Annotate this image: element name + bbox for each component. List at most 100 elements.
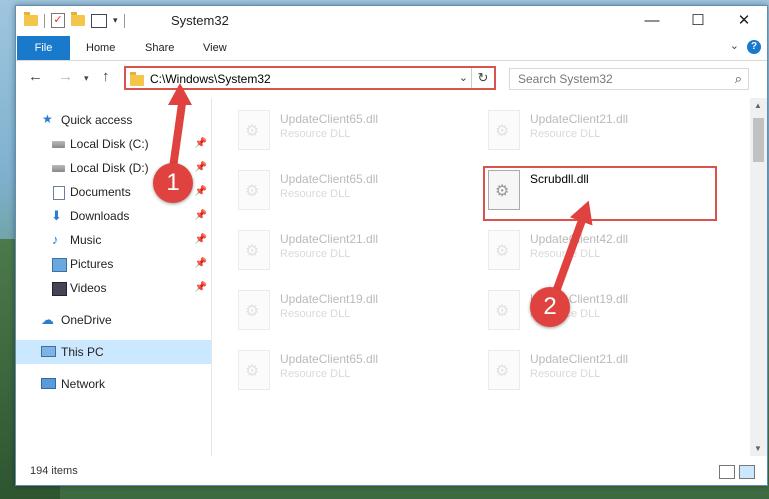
dll-file-icon: [488, 230, 520, 270]
scroll-down-icon[interactable]: ▼: [754, 444, 762, 453]
search-icon[interactable]: ⌕: [735, 71, 742, 87]
pin-icon: 📌: [194, 258, 207, 269]
pin-icon: 📌: [194, 210, 207, 221]
file-name: UpdateClient21.dll: [280, 232, 379, 246]
file-item[interactable]: UpdateClient19.dll Resource DLL: [484, 284, 714, 338]
file-name: UpdateClient21.dll: [530, 352, 629, 366]
navigation-row: ← → ▾ ↑ C:\Windows\System32 ⌄ ↻ Search S…: [16, 62, 767, 94]
help-icon[interactable]: ?: [747, 40, 761, 54]
separator: [123, 13, 125, 28]
file-type: Resource DLL: [280, 308, 351, 320]
drive-icon: [52, 141, 65, 148]
properties-icon[interactable]: [91, 13, 107, 28]
properties-check-icon[interactable]: ✓: [51, 13, 65, 28]
search-placeholder: Search System32: [518, 72, 613, 86]
ribbon-tabs: File Home Share View ⌄ ?: [16, 36, 767, 61]
dll-file-icon: [238, 350, 270, 390]
search-input[interactable]: Search System32 ⌕: [509, 68, 749, 90]
maximize-button[interactable]: ☐: [675, 6, 721, 36]
file-item[interactable]: UpdateClient19.dll Resource DLL: [234, 284, 464, 338]
file-type: Resource DLL: [280, 368, 351, 380]
file-type: Resource DLL: [280, 248, 351, 260]
sidebar-item-label: Music: [70, 233, 102, 247]
item-count: 194 items: [30, 465, 78, 477]
annotation-arrowhead-1: [168, 83, 192, 105]
details-view-icon[interactable]: [719, 465, 735, 479]
recent-locations-icon[interactable]: ▾: [84, 73, 89, 84]
sidebar-item-pictures[interactable]: Pictures 📌: [16, 252, 211, 276]
download-icon: ⬇: [51, 208, 62, 223]
navigation-pane: ★ Quick access Local Disk (C:) 📌 Local D…: [16, 98, 212, 456]
sidebar-item-label: Network: [61, 377, 106, 391]
minimize-button[interactable]: —: [629, 6, 675, 36]
tab-view[interactable]: View: [203, 36, 227, 60]
tab-home[interactable]: Home: [86, 36, 115, 60]
file-item[interactable]: UpdateClient21.dll Resource DLL: [484, 344, 714, 398]
tab-share[interactable]: Share: [145, 36, 174, 60]
quick-access-toolbar: ✓ ▾: [24, 12, 125, 28]
file-item[interactable]: UpdateClient42.dll Resource DLL: [484, 224, 714, 278]
chevron-down-icon[interactable]: ⌄: [459, 71, 468, 84]
dll-file-icon: [238, 110, 270, 150]
tab-file[interactable]: File: [17, 36, 70, 60]
expand-ribbon-icon[interactable]: ⌄: [730, 39, 739, 52]
up-arrow-icon[interactable]: ↑: [102, 68, 110, 85]
sidebar-item-label: Quick access: [61, 113, 133, 127]
file-type: Resource DLL: [530, 368, 601, 380]
dll-file-icon: [488, 110, 520, 150]
videos-icon: [52, 282, 67, 296]
sidebar-item-label: This PC: [61, 345, 104, 359]
highlight-box: [483, 166, 717, 221]
dll-file-icon: [238, 290, 270, 330]
file-type: Resource DLL: [280, 188, 351, 200]
large-icons-view-icon[interactable]: [739, 465, 755, 479]
sidebar-item-label: Pictures: [70, 257, 114, 271]
sidebar-item-downloads[interactable]: ⬇ Downloads 📌: [16, 204, 211, 228]
pin-icon: 📌: [194, 186, 207, 197]
separator: [44, 13, 45, 28]
step-1-badge: 1: [153, 163, 193, 203]
file-item[interactable]: UpdateClient65.dll Resource DLL: [234, 104, 464, 158]
window-title: System32: [171, 13, 229, 28]
file-name: UpdateClient21.dll: [530, 112, 629, 126]
scroll-up-icon[interactable]: ▲: [754, 101, 762, 110]
new-folder-icon[interactable]: [71, 12, 85, 26]
scrollbar-thumb[interactable]: [753, 118, 764, 162]
customize-toolbar-icon[interactable]: ▾: [113, 15, 118, 26]
sidebar-item-label: Documents: [70, 185, 131, 199]
vertical-scrollbar[interactable]: ▲ ▼: [750, 98, 767, 456]
refresh-icon[interactable]: ↻: [471, 68, 494, 88]
back-arrow-icon[interactable]: ←: [28, 68, 43, 85]
sidebar-item-network[interactable]: Network: [16, 372, 211, 396]
file-type: Resource DLL: [280, 128, 351, 140]
pc-icon: [41, 346, 56, 357]
close-button[interactable]: ✕: [721, 6, 767, 36]
pin-icon: 📌: [194, 138, 207, 149]
file-item[interactable]: UpdateClient21.dll Resource DLL: [234, 224, 464, 278]
star-icon: ★: [42, 112, 53, 126]
pin-icon: 📌: [194, 234, 207, 245]
pin-icon: 📌: [194, 282, 207, 293]
file-type: Resource DLL: [530, 128, 601, 140]
dll-file-icon: [238, 170, 270, 210]
file-item[interactable]: UpdateClient65.dll Resource DLL: [234, 344, 464, 398]
file-name: UpdateClient19.dll: [280, 292, 379, 306]
folder-icon: [24, 12, 38, 26]
sidebar-item-local-disk-c[interactable]: Local Disk (C:) 📌: [16, 132, 211, 156]
file-explorer-window: ✓ ▾ System32 — ☐ ✕ File Home Share View …: [15, 5, 768, 486]
step-2-badge: 2: [530, 287, 570, 327]
sidebar-item-label: Local Disk (C:): [70, 137, 149, 151]
file-list: UpdateClient65.dll Resource DLL UpdateCl…: [212, 98, 749, 456]
forward-arrow-icon[interactable]: →: [58, 68, 73, 85]
sidebar-item-music[interactable]: ♪ Music 📌: [16, 228, 211, 252]
file-item[interactable]: UpdateClient65.dll Resource DLL: [234, 164, 464, 218]
sidebar-item-videos[interactable]: Videos 📌: [16, 276, 211, 300]
dll-file-icon: [238, 230, 270, 270]
music-icon: ♪: [52, 232, 59, 247]
file-item[interactable]: UpdateClient21.dll Resource DLL: [484, 104, 714, 158]
network-icon: [41, 378, 56, 389]
sidebar-item-this-pc[interactable]: This PC: [16, 340, 211, 364]
file-name: UpdateClient65.dll: [280, 352, 379, 366]
sidebar-item-onedrive[interactable]: ☁ OneDrive: [16, 308, 211, 332]
drive-icon: [52, 165, 65, 172]
